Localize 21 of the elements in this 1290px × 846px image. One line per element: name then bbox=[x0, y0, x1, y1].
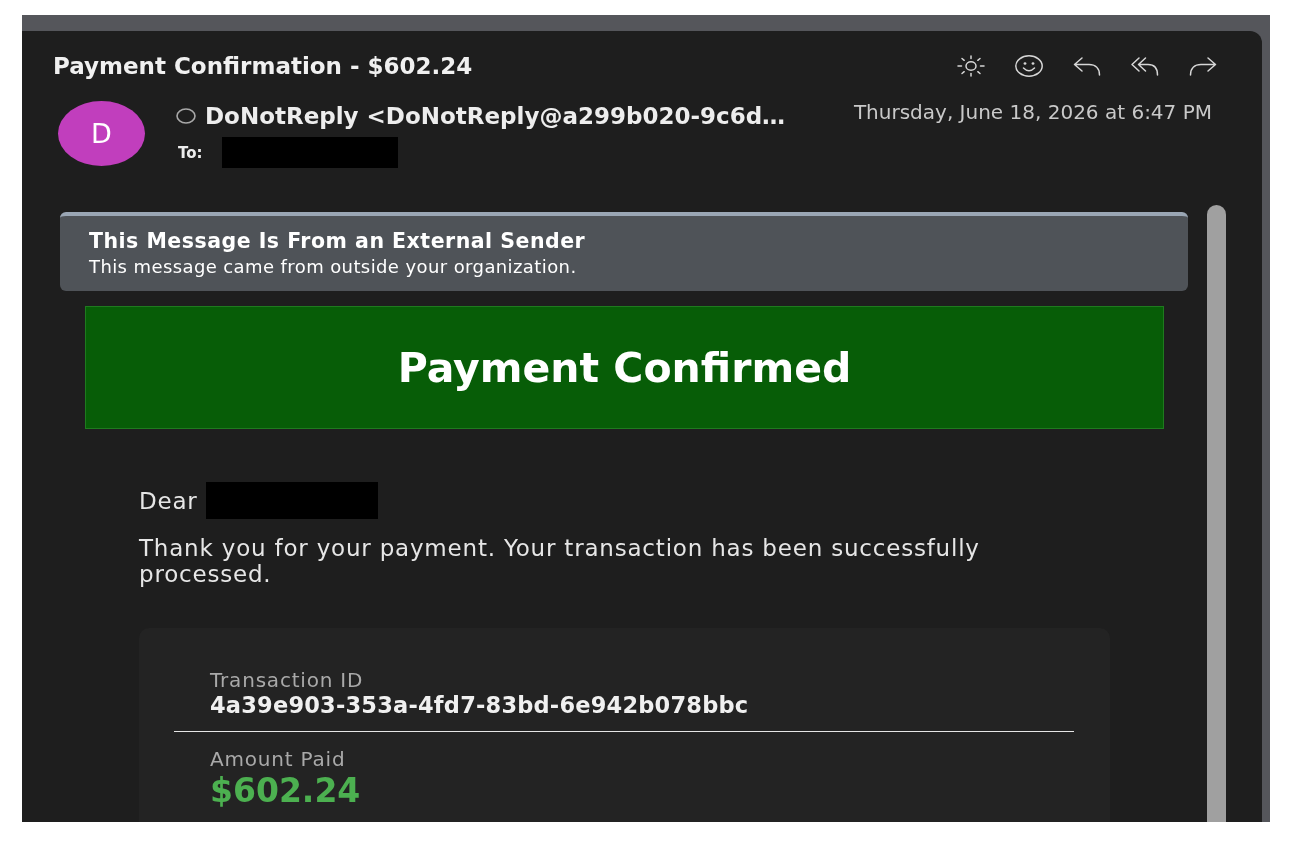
to-label: To: bbox=[178, 143, 203, 162]
scrollbar-thumb[interactable] bbox=[1207, 205, 1226, 822]
notice-text: This message came from outside your organization. bbox=[89, 256, 577, 278]
sun-icon[interactable] bbox=[956, 55, 986, 77]
email-subject: Payment Confirmation - $602.24 bbox=[53, 53, 473, 79]
reply-icon[interactable] bbox=[1072, 56, 1102, 76]
body-paragraph: Thank you for your payment. Your transaction has been successfully processed. bbox=[139, 535, 981, 587]
banner-heading: Payment Confirmed bbox=[397, 343, 852, 392]
notice-title: This Message Is From an External Sender bbox=[89, 229, 586, 253]
reply-all-icon[interactable] bbox=[1130, 56, 1160, 76]
detail-label: Transaction ID bbox=[210, 669, 364, 691]
forward-icon[interactable] bbox=[1188, 56, 1218, 76]
message-date: Thursday, June 18, 2026 at 6:47 PM bbox=[853, 100, 1212, 124]
transaction-id-value: 4a39e903-353a-4fd7-83bd-6e942b078bbc bbox=[210, 693, 749, 717]
sender-address: DoNotReply <DoNotReply@a299b020-9c6d… bbox=[205, 103, 786, 129]
detail-label: Amount Paid bbox=[210, 748, 346, 770]
amount-value: $602.24 bbox=[210, 771, 361, 811]
smiley-icon[interactable] bbox=[1014, 55, 1044, 77]
sender-avatar: D bbox=[58, 101, 145, 166]
greeting-text: Dear bbox=[139, 487, 198, 514]
ring-icon bbox=[176, 108, 196, 124]
